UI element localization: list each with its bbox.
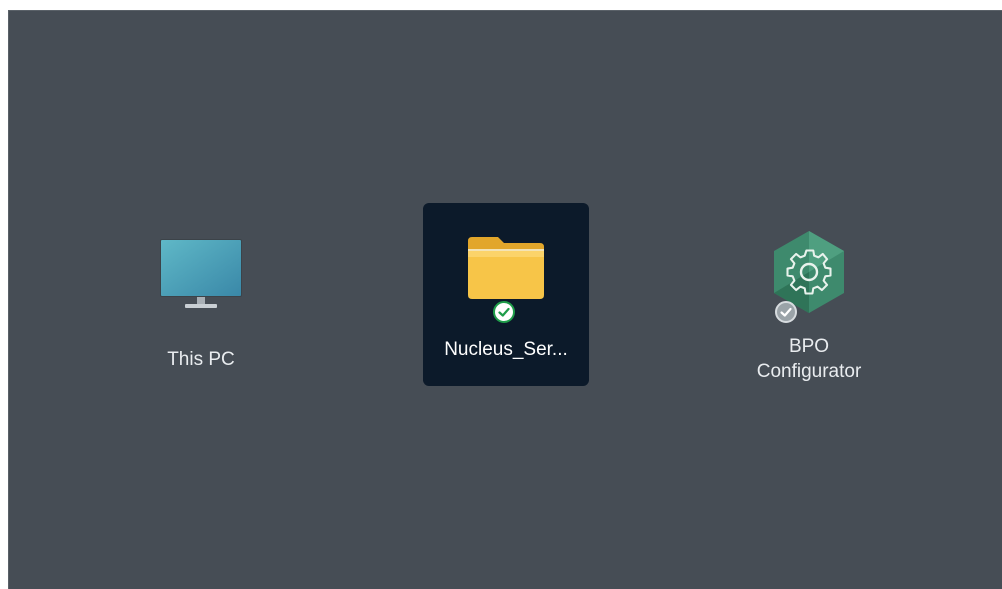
desktop-icon-nucleus-folder[interactable]: Nucleus_Ser... <box>423 203 589 386</box>
desktop-icon-label: BPO Configurator <box>756 336 862 382</box>
gear-hexagon-icon <box>761 227 857 323</box>
sync-ok-icon <box>775 301 797 323</box>
screen: This PC Nucleus_Ser... BPO Configurator <box>0 0 1002 589</box>
folder-icon <box>458 225 554 323</box>
desktop[interactable]: This PC Nucleus_Ser... BPO Configurator <box>8 10 1002 589</box>
sync-ok-icon <box>493 301 515 323</box>
desktop-icon-this-pc[interactable]: This PC <box>118 223 284 370</box>
monitor-icon <box>153 235 249 331</box>
desktop-icon-label: This PC <box>167 349 235 370</box>
desktop-icon-label: Nucleus_Ser... <box>444 339 568 360</box>
desktop-icon-bpo-configurator[interactable]: BPO Configurator <box>726 223 892 403</box>
